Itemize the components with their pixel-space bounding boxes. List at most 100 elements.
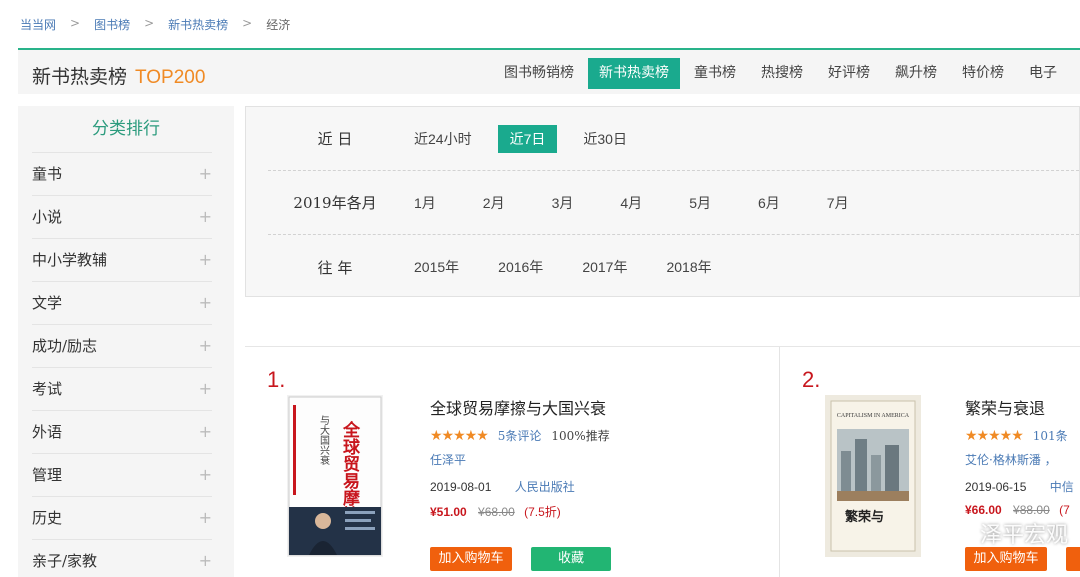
book-prices: ¥66.00 ¥88.00 (7: [965, 503, 1078, 517]
book-title[interactable]: 繁荣与衰退: [965, 395, 1078, 419]
tab-good-review[interactable]: 好评榜: [817, 58, 881, 89]
book-cover-subtitle: 与大国兴衰: [318, 415, 330, 466]
book-publish-row: 2019-06-15 中信: [965, 478, 1078, 495]
sidebar-item-label: 管理: [32, 466, 63, 484]
sidebar-item-language[interactable]: 外语 +: [32, 410, 212, 453]
book-info: 全球贸易摩擦与大国兴衰 ★★★★★ 5条评论 100%推荐 任泽平 2019-0…: [430, 395, 610, 520]
sidebar-item-management[interactable]: 管理 +: [32, 453, 212, 496]
add-to-cart-button[interactable]: 加入购物车: [430, 547, 512, 571]
filter-month[interactable]: 7月: [815, 189, 861, 217]
original-price: ¥88.00: [1013, 503, 1050, 517]
watermark: 泽平宏观: [944, 517, 1068, 549]
filter-row-years: 往 年 2015年 2016年 2017年 2018年: [268, 235, 1079, 299]
book-rating: ★★★★★ 101条: [965, 427, 1078, 444]
filter-year[interactable]: 2018年: [654, 253, 723, 281]
tab-hot-search[interactable]: 热搜榜: [750, 58, 814, 89]
review-count-link[interactable]: 101条: [1033, 427, 1068, 444]
plus-icon[interactable]: +: [199, 196, 212, 238]
category-sidebar: 分类排行 童书 + 小说 + 中小学教辅 + 文学 + 成功/励志 + 考试 + 外语 + 管…: [18, 106, 234, 577]
book-cover-image[interactable]: CAPITALISM IN AMERICA 繁荣与: [825, 395, 921, 557]
book-cover-subtitle: 繁荣与: [845, 509, 884, 525]
buy-button[interactable]: [1066, 547, 1080, 571]
sidebar-item-exam[interactable]: 考试 +: [32, 367, 212, 410]
filter-24h[interactable]: 近24小时: [402, 125, 484, 153]
ranking-header: 新书热卖榜 TOP200 图书畅销榜 新书热卖榜 童书榜 热搜榜 好评榜 飙升榜 …: [18, 48, 1080, 94]
sidebar-item-label: 考试: [32, 380, 63, 398]
book-title[interactable]: 全球贸易摩擦与大国兴衰: [430, 395, 610, 419]
ranking-nav: 图书畅销榜 新书热卖榜 童书榜 热搜榜 好评榜 飙升榜 特价榜 电子: [493, 58, 1071, 89]
plus-icon[interactable]: +: [199, 325, 212, 367]
filter-month[interactable]: 1月: [402, 189, 448, 217]
plus-icon[interactable]: +: [199, 239, 212, 281]
filter-label-years: 往 年: [317, 258, 353, 277]
sidebar-item-novel[interactable]: 小说 +: [32, 195, 212, 238]
star-rating-icon: ★★★★★: [965, 427, 1024, 444]
breadcrumb-new-hot[interactable]: 新书热卖榜: [168, 16, 228, 33]
filter-month[interactable]: 5月: [677, 189, 723, 217]
breadcrumb-separator: >: [70, 16, 81, 30]
book-publish-row: 2019-08-01 人民出版社: [430, 478, 610, 495]
book-info: 繁荣与衰退 ★★★★★ 101条 艾伦·格林斯潘 ， 2019-06-15 中信…: [965, 395, 1078, 517]
publish-date: 2019-08-01: [430, 480, 492, 494]
book-rank: 1.: [267, 367, 286, 392]
add-to-cart-button[interactable]: 加入购物车: [965, 547, 1047, 571]
publisher-link[interactable]: 人民出版社: [515, 480, 575, 494]
tab-bestseller[interactable]: 图书畅销榜: [493, 58, 585, 89]
filter-month[interactable]: 6月: [746, 189, 792, 217]
sidebar-item-label: 外语: [32, 423, 63, 441]
breadcrumb-home[interactable]: 当当网: [20, 16, 56, 33]
tab-new-hot[interactable]: 新书热卖榜: [588, 58, 680, 89]
original-price: ¥68.00: [478, 505, 515, 519]
tab-rising[interactable]: 飙升榜: [884, 58, 948, 89]
sale-price: ¥66.00: [965, 503, 1002, 517]
breadcrumb-current: 经济: [266, 18, 291, 32]
filter-month[interactable]: 4月: [608, 189, 654, 217]
book-prices: ¥51.00 ¥68.00 (7.5折): [430, 503, 610, 520]
book-cover-image[interactable]: 全球贸易摩擦 与大国兴衰: [287, 395, 383, 557]
book-author[interactable]: 艾伦·格林斯潘 ，: [965, 451, 1078, 468]
sidebar-item-label: 成功/励志: [32, 337, 98, 355]
plus-icon[interactable]: +: [199, 454, 212, 496]
sidebar-item-history[interactable]: 历史 +: [32, 496, 212, 539]
sidebar-item-parenting[interactable]: 亲子/家教 +: [32, 539, 212, 577]
sidebar-item-label: 小说: [32, 208, 63, 226]
favorite-button[interactable]: 收藏: [531, 547, 611, 571]
time-filter-panel: 近 日 近24小时 近7日 近30日 2019年各月 1月 2月 3月 4月 5…: [245, 106, 1080, 297]
filter-30d[interactable]: 近30日: [571, 125, 639, 153]
plus-icon[interactable]: +: [199, 153, 212, 195]
breadcrumb-book-rank[interactable]: 图书榜: [94, 16, 130, 33]
sidebar-item-literature[interactable]: 文学 +: [32, 281, 212, 324]
book-cover-title: CAPITALISM IN AMERICA: [837, 413, 910, 419]
sidebar-item-label: 亲子/家教: [32, 552, 98, 570]
plus-icon[interactable]: +: [199, 540, 212, 577]
wechat-icon: [944, 522, 973, 544]
recommend-rate: 100%推荐: [551, 429, 610, 443]
sidebar-title: 分类排行: [92, 119, 160, 139]
sidebar-item-k12[interactable]: 中小学教辅 +: [32, 238, 212, 281]
filter-row-months: 2019年各月 1月 2月 3月 4月 5月 6月 7月: [268, 171, 1079, 235]
tab-children[interactable]: 童书榜: [683, 58, 747, 89]
filter-year[interactable]: 2015年: [402, 253, 471, 281]
plus-icon[interactable]: +: [199, 411, 212, 453]
tab-special-price[interactable]: 特价榜: [951, 58, 1015, 89]
watermark-text: 泽平宏观: [979, 523, 1068, 548]
breadcrumb-separator: >: [144, 16, 155, 30]
star-rating-icon: ★★★★★: [430, 427, 489, 444]
book-author[interactable]: 任泽平: [430, 451, 610, 468]
filter-7d[interactable]: 近7日: [497, 124, 558, 153]
filter-year[interactable]: 2016年: [486, 253, 555, 281]
filter-month[interactable]: 3月: [540, 189, 586, 217]
page-title: 新书热卖榜 TOP200: [32, 62, 205, 89]
review-count-link[interactable]: 5条评论: [498, 427, 542, 444]
filter-year[interactable]: 2017年: [570, 253, 639, 281]
book-rating: ★★★★★ 5条评论 100%推荐: [430, 427, 610, 444]
sidebar-item-success[interactable]: 成功/励志 +: [32, 324, 212, 367]
plus-icon[interactable]: +: [199, 497, 212, 539]
publisher-link[interactable]: 中信: [1050, 480, 1074, 494]
sale-price: ¥51.00: [430, 505, 467, 519]
filter-month[interactable]: 2月: [471, 189, 517, 217]
plus-icon[interactable]: +: [199, 368, 212, 410]
sidebar-item-children[interactable]: 童书 +: [32, 152, 212, 195]
plus-icon[interactable]: +: [199, 282, 212, 324]
tab-ebook[interactable]: 电子: [1018, 58, 1068, 89]
